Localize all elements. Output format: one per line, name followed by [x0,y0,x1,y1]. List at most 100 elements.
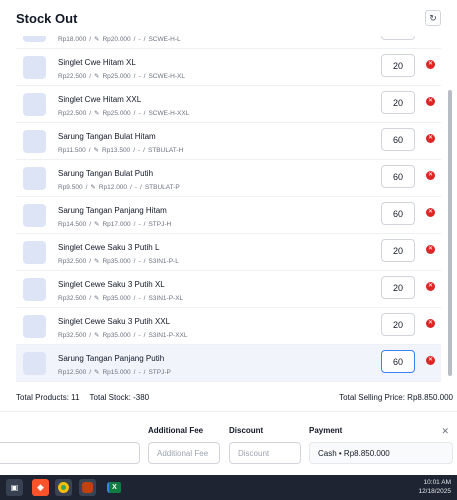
product-sku: STBULAT-H [147,146,184,154]
separator: / [89,294,92,302]
list-item[interactable]: Sarung Tangan Panjang Hitam Rp14.500/✎ Rp1… [16,197,441,234]
product-meta: Rp9.500/✎ Rp12.000/- / STBULAT-P [58,183,180,192]
product-name: Sarung Tangan Panjang Hitam [58,206,167,215]
scrollbar[interactable] [448,40,452,380]
sell-price: Rp13.500 [101,146,131,154]
sell-price: Rp17.000 [102,220,131,228]
separator: / [89,36,92,43]
refresh-icon[interactable]: ↻ [425,10,441,26]
separator: / [133,72,136,80]
separator: / [85,183,88,191]
remove-icon[interactable]: ✕ [426,245,435,254]
separator: / [143,257,146,265]
extra-value: - [138,331,141,339]
separator: / [143,294,146,302]
excel-icon[interactable]: X [106,479,123,496]
brave-browser-icon[interactable]: ◆ [32,479,49,496]
sell-price: Rp35.000 [102,331,131,339]
edit-icon[interactable]: ✎ [94,294,99,302]
quantity-input[interactable]: 60 [381,202,415,225]
quantity-input[interactable]: 60 [381,165,415,188]
product-name: Sarung Tangan Bulat Hitam [58,132,156,141]
separator: / [89,109,92,117]
quantity-input[interactable]: 20 [381,91,415,114]
dialog-header: Stock Out ↻ [0,0,457,36]
buy-price: Rp11.500 [58,146,86,154]
buy-price: Rp32.500 [58,331,87,339]
edit-icon[interactable]: ✎ [94,72,99,80]
edit-icon[interactable]: ✎ [94,146,99,154]
product-sku: S3IN1-P-XL [148,294,184,302]
separator: / [133,368,136,376]
edit-icon[interactable]: ✎ [94,220,99,228]
close-icon[interactable]: ✕ [441,426,449,437]
remove-icon[interactable]: ✕ [426,356,435,365]
product-meta: Rp32.500/✎ Rp35.000/- / S3IN1-P-XXL [58,331,188,340]
list-item[interactable]: Singlet Cwe Hitam XXL Rp22.500/✎ Rp25.000/… [16,86,441,123]
product-sku: SCWE-H-XXL [148,109,190,117]
sell-price: Rp20.000 [102,36,131,43]
remove-icon[interactable]: ✕ [426,319,435,328]
clock-date: 12/18/2025 [418,488,451,495]
product-thumbnail [23,56,46,79]
separator: / [133,36,136,43]
list-item[interactable]: Singlet Cwe Hitam XL Rp22.500/✎ Rp25.000/-… [16,49,441,86]
list-item[interactable]: Singlet Cewe Saku 3 Putih XXL Rp32.500/✎ R… [16,308,441,345]
product-thumbnail [23,315,46,338]
extra-value: - [138,368,141,376]
list-item[interactable]: Sarung Tangan Panjang Putih Rp12.500/✎ Rp1… [16,345,441,382]
discount-label: Discount [229,426,264,435]
edit-icon[interactable]: ✎ [90,183,95,191]
remove-icon[interactable]: ✕ [426,97,435,106]
edit-icon[interactable]: ✎ [94,331,99,339]
edit-icon[interactable]: ✎ [94,368,99,376]
separator: / [88,146,91,154]
discount-input[interactable]: Discount [229,442,301,464]
list-item[interactable]: Singlet Cwe Hitam LRp18.000/✎Rp20.000/-/… [16,36,441,49]
list-item[interactable]: Singlet Cewe Saku 3 Putih L Rp32.500/✎ Rp3… [16,234,441,271]
additional-fee-input[interactable]: Additional Fee [148,442,220,464]
separator: / [89,331,92,339]
quantity-input[interactable]: 20 [381,313,415,336]
remove-icon[interactable]: ✕ [426,282,435,291]
separator: / [143,331,146,339]
app-window-icon[interactable] [79,479,96,496]
remove-icon[interactable]: ✕ [426,208,435,217]
payment-group: Payment ✕ Cash • Rp8.850.000 [309,426,455,464]
remove-icon[interactable]: ✕ [426,60,435,69]
separator: / [143,36,146,43]
chrome-browser-icon[interactable] [55,479,72,496]
product-thumbnail [23,278,46,301]
payment-select[interactable]: Cash • Rp8.850.000 [309,442,453,464]
separator: / [89,368,92,376]
sell-price: Rp15.000 [102,368,131,376]
product-name: Singlet Cewe Saku 3 Putih XL [58,280,165,289]
quantity-input[interactable]: 20 [381,239,415,262]
separator: / [89,220,92,228]
payment-label: Payment [309,426,343,435]
quantity-input[interactable]: 20 [381,54,415,77]
list-item[interactable]: Sarung Tangan Bulat Hitam Rp11.500/✎ Rp13.… [16,123,441,160]
remove-icon[interactable]: ✕ [426,134,435,143]
sell-price: Rp25.000 [102,72,131,80]
edit-icon[interactable]: ✎ [94,36,99,43]
quantity-input[interactable]: 20 [381,276,415,299]
quantity-input[interactable]: 60 [381,128,415,151]
separator: / [89,72,92,80]
edit-icon[interactable]: ✎ [94,257,99,265]
remove-icon[interactable]: ✕ [426,171,435,180]
partial-input-field[interactable] [0,442,140,464]
discount-group: Discount Discount [229,426,301,464]
quantity-input[interactable]: 60 [381,350,415,373]
quantity-input[interactable]: 20 [381,36,415,40]
extra-value: - [138,72,141,80]
list-item[interactable]: Sarung Tangan Bulat Putih Rp9.500/✎ Rp12.0… [16,160,441,197]
scrollbar-thumb[interactable] [448,90,452,376]
product-name: Sarung Tangan Bulat Putih [58,169,154,178]
list-item[interactable]: Singlet Cewe Saku 3 Putih XL Rp32.500/✎ Rp… [16,271,441,308]
product-meta: Rp22.500/✎ Rp25.000/- / SCWE-H-XL [58,72,185,81]
product-sku: SCWE-H-L [148,36,181,43]
camera-app-icon[interactable]: ▣ [6,479,23,496]
edit-icon[interactable]: ✎ [94,109,99,117]
product-meta: Rp32.500/✎ Rp35.000/- / S3IN1-P-XL [58,294,184,303]
